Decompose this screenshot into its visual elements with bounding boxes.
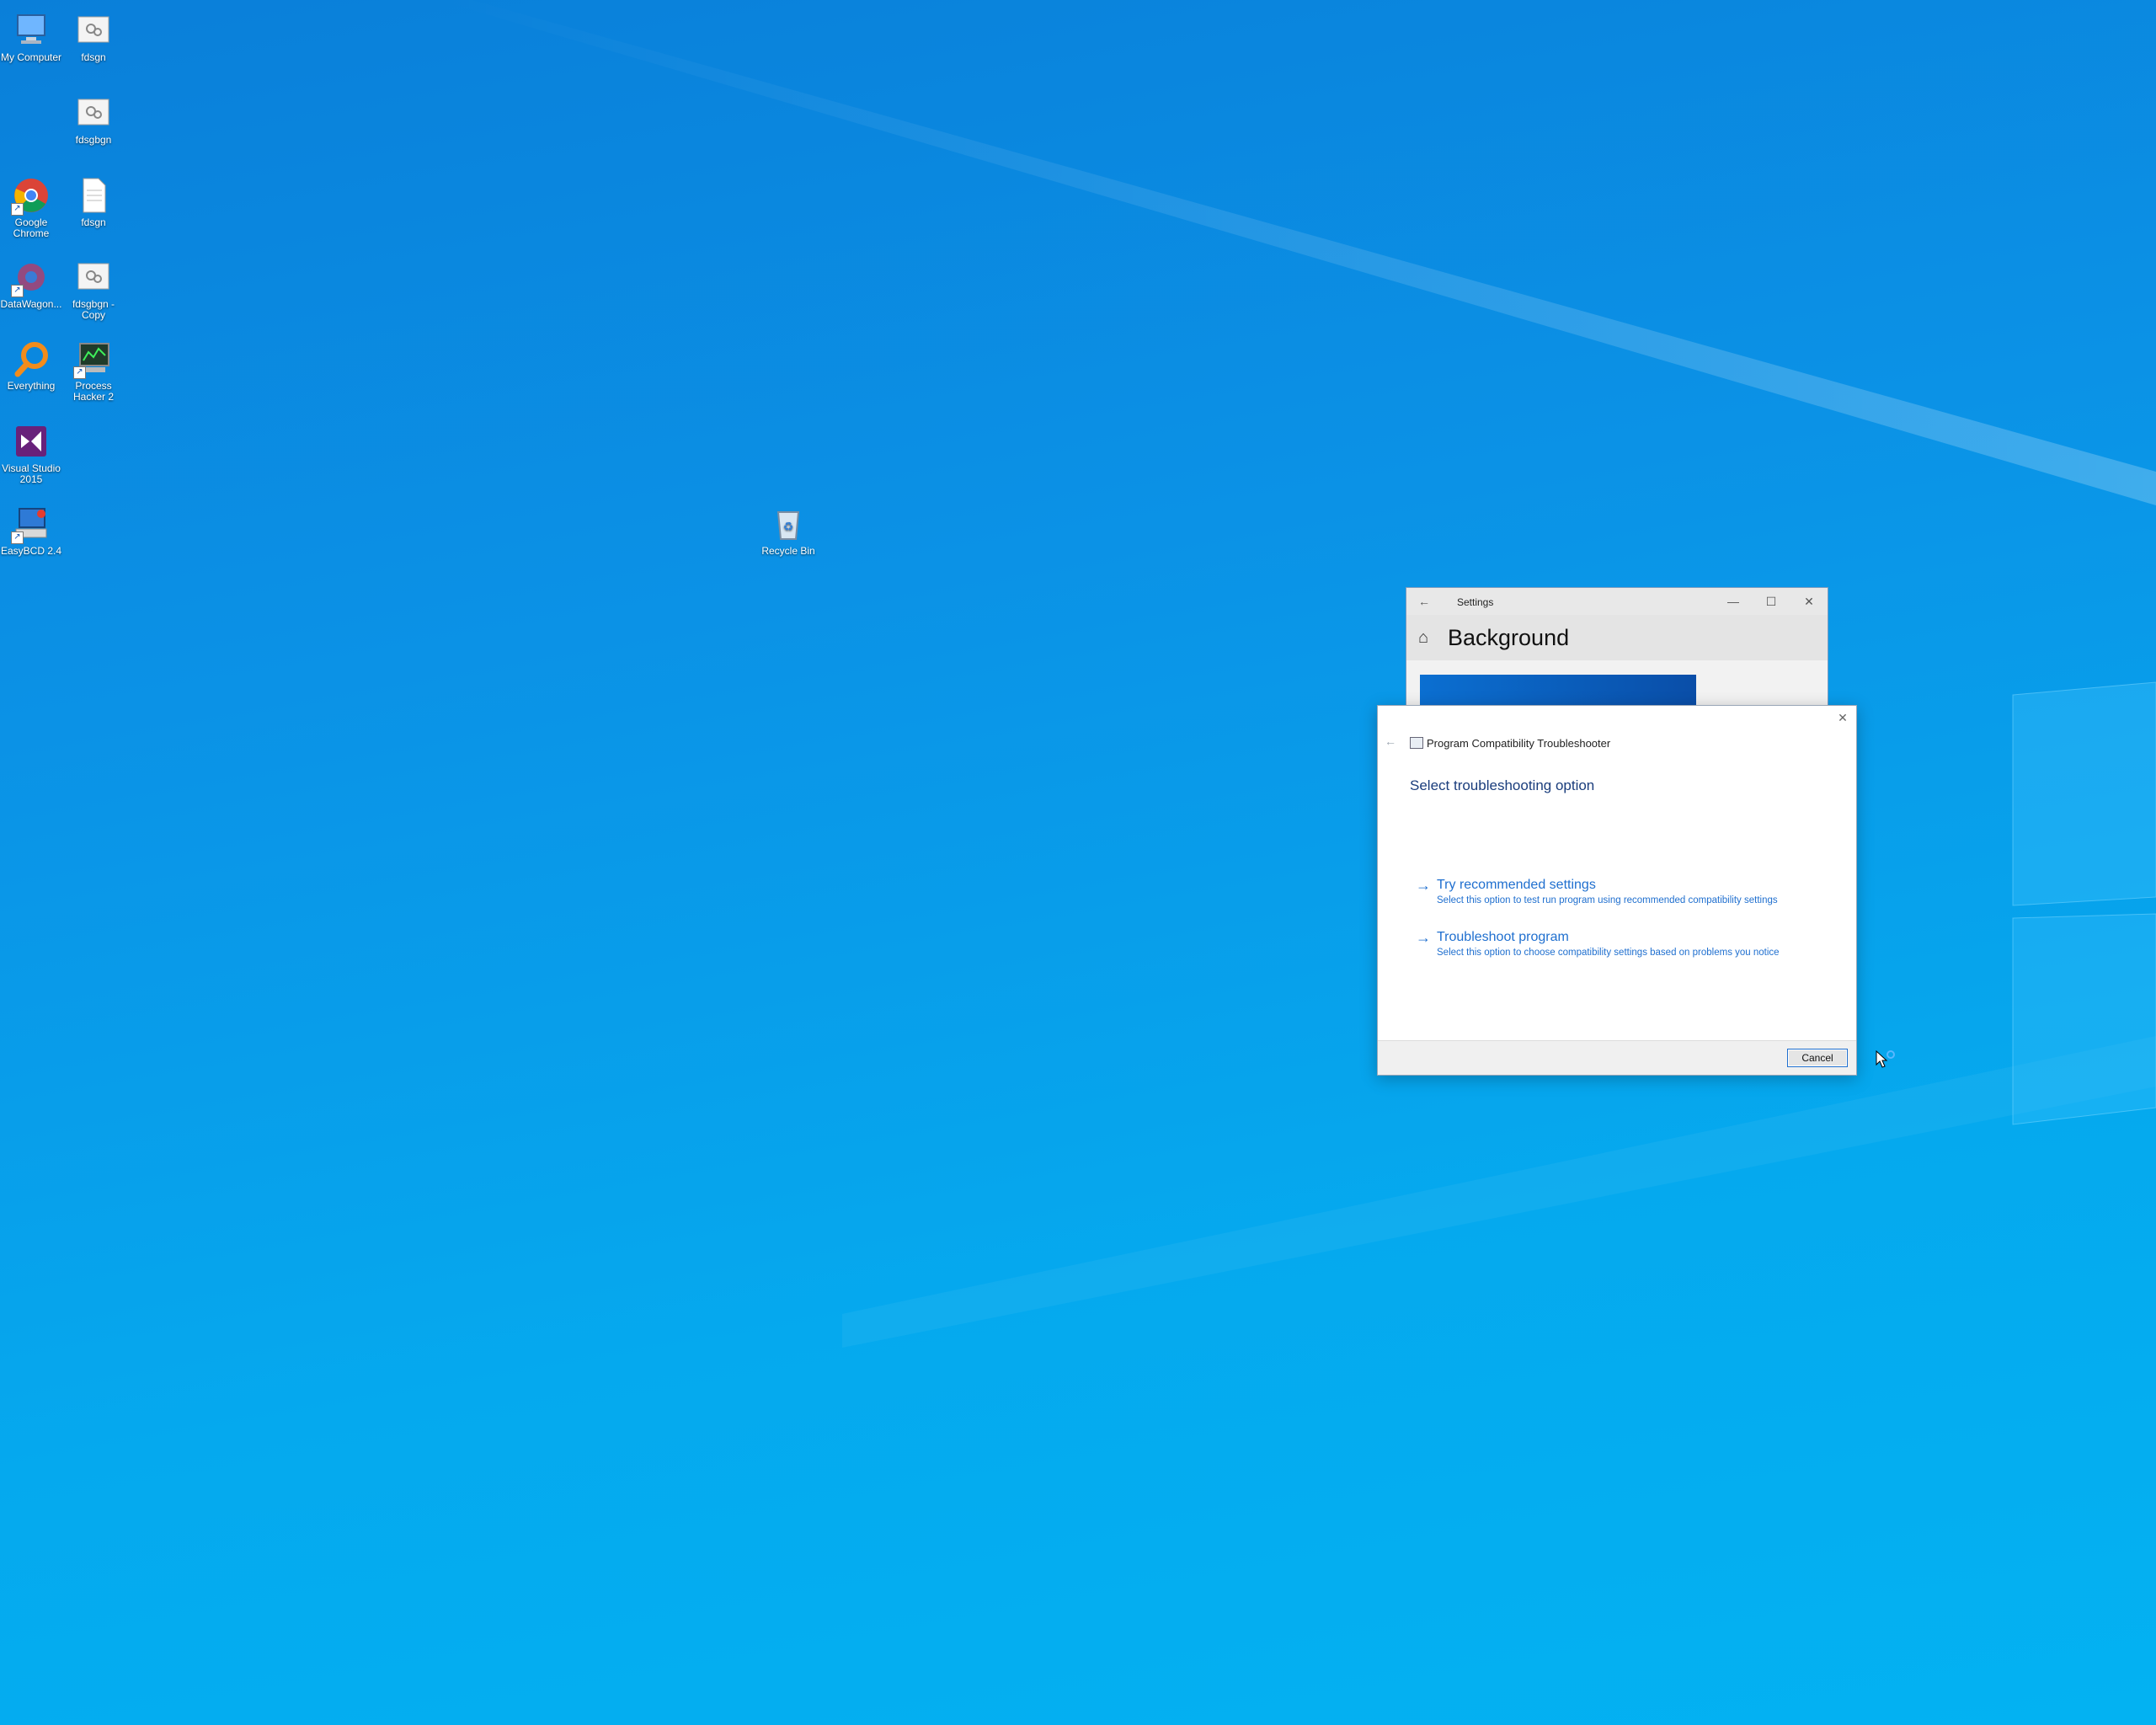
- troubleshooter-dialog[interactable]: ✕ ← Program Compatibility Troubleshooter…: [1377, 705, 1857, 1076]
- chrome-icon: ↗: [11, 175, 51, 216]
- mouse-cursor-busy-icon: [1876, 1050, 1895, 1068]
- desktop-icon-label: fdsgn: [81, 216, 106, 228]
- option-description: Select this option to choose compatibili…: [1437, 948, 1780, 958]
- background-preview: [1420, 675, 1696, 706]
- settings-file-icon: [73, 10, 114, 51]
- shortcut-arrow-icon: ↗: [11, 285, 24, 297]
- desktop-icon-label: fdsgbgn - Copy: [72, 298, 115, 321]
- close-button[interactable]: ✕: [1792, 591, 1826, 611]
- dialog-title: Program Compatibility Troubleshooter: [1427, 737, 1611, 750]
- computer-icon: [11, 10, 51, 51]
- arrow-right-icon: →: [1416, 929, 1431, 946]
- settings-window-title: Settings: [1457, 596, 1494, 608]
- option-title[interactable]: Try recommended settings: [1437, 878, 1596, 893]
- dialog-footer: Cancel: [1378, 1040, 1856, 1075]
- desktop-icon-label: My Computer: [0, 51, 62, 63]
- desktop-icon-google-chrome[interactable]: ↗ Google Chrome: [0, 175, 62, 239]
- home-icon[interactable]: ⌂: [1418, 628, 1428, 648]
- troubleshooter-app-icon: [1410, 737, 1423, 749]
- page-title: Background: [1448, 625, 1570, 650]
- desktop-icon-my-computer[interactable]: My Computer: [0, 10, 62, 63]
- desktop-icon-label: EasyBCD 2.4: [0, 545, 62, 557]
- desktop-icon-fdsgn[interactable]: fdsgn: [62, 10, 125, 63]
- maximize-button[interactable]: ☐: [1754, 591, 1788, 611]
- desktop-icon-easybcd[interactable]: ↗ EasyBCD 2.4: [0, 504, 62, 557]
- search-app-icon: [11, 339, 51, 379]
- desktop-icon-label: fdsgbgn: [75, 134, 112, 146]
- text-file-icon: [73, 175, 114, 216]
- shortcut-arrow-icon: ↗: [73, 366, 86, 379]
- cancel-button[interactable]: Cancel: [1787, 1049, 1848, 1067]
- settings-page-header: ⌂ Background: [1406, 615, 1828, 660]
- option-description: Select this option to test run program u…: [1437, 895, 1778, 905]
- svg-text:♻: ♻: [783, 521, 794, 534]
- gear-app-icon: ↗: [11, 257, 51, 297]
- desktop-icon-datawagon[interactable]: ↗ DataWagon...: [0, 257, 62, 310]
- desktop-icon-fdsgbgn-copy[interactable]: fdsgbgn - Copy: [62, 257, 125, 321]
- desktop-icon-fdsgbgn[interactable]: fdsgbgn: [62, 93, 125, 146]
- easybcd-icon: ↗: [11, 504, 51, 544]
- process-hacker-icon: ↗: [73, 339, 114, 379]
- desktop-icon-label: Visual Studio 2015: [2, 462, 61, 485]
- desktop-icon-label: DataWagon...: [0, 298, 62, 310]
- shortcut-arrow-icon: ↗: [11, 203, 24, 216]
- settings-file-icon: [73, 93, 114, 133]
- desktop-icon-label: Recycle Bin: [761, 545, 815, 557]
- desktop-icon-recycle-bin[interactable]: ♻ Recycle Bin: [757, 504, 819, 557]
- arrow-right-icon: →: [1416, 877, 1431, 894]
- option-try-recommended-settings[interactable]: → Try recommended settings Select this o…: [1416, 877, 1837, 911]
- settings-file-icon: [73, 257, 114, 297]
- settings-window[interactable]: ← Settings — ☐ ✕ ⌂ Background: [1406, 587, 1828, 707]
- desktop-icon-label: Google Chrome: [13, 216, 50, 239]
- desktop-icon-label: Process Hacker 2: [72, 380, 115, 403]
- close-button[interactable]: ✕: [1834, 709, 1851, 726]
- option-troubleshoot-program[interactable]: → Troubleshoot program Select this optio…: [1416, 929, 1837, 963]
- recycle-bin-icon: ♻: [768, 504, 808, 544]
- desktop-icon-label: Everything: [7, 380, 56, 392]
- desktop-icon-label: fdsgn: [81, 51, 106, 63]
- desktop[interactable]: My Computer ↗ Google Chrome ↗ DataWagon.…: [0, 0, 2156, 1725]
- back-arrow-icon[interactable]: ←: [1385, 734, 1396, 748]
- settings-titlebar[interactable]: ← Settings — ☐ ✕: [1406, 588, 1828, 615]
- back-arrow-icon[interactable]: ←: [1418, 595, 1430, 608]
- shortcut-arrow-icon: ↗: [11, 531, 24, 544]
- desktop-icon-visual-studio[interactable]: Visual Studio 2015: [0, 421, 62, 485]
- visual-studio-icon: [11, 421, 51, 462]
- option-title[interactable]: Troubleshoot program: [1437, 930, 1569, 945]
- desktop-icon-fdsgn-text[interactable]: fdsgn: [62, 175, 125, 228]
- dialog-heading: Select troubleshooting option: [1410, 777, 1595, 793]
- minimize-button[interactable]: —: [1716, 591, 1750, 611]
- desktop-icon-everything[interactable]: Everything: [0, 339, 62, 392]
- desktop-icon-process-hacker[interactable]: ↗ Process Hacker 2: [62, 339, 125, 403]
